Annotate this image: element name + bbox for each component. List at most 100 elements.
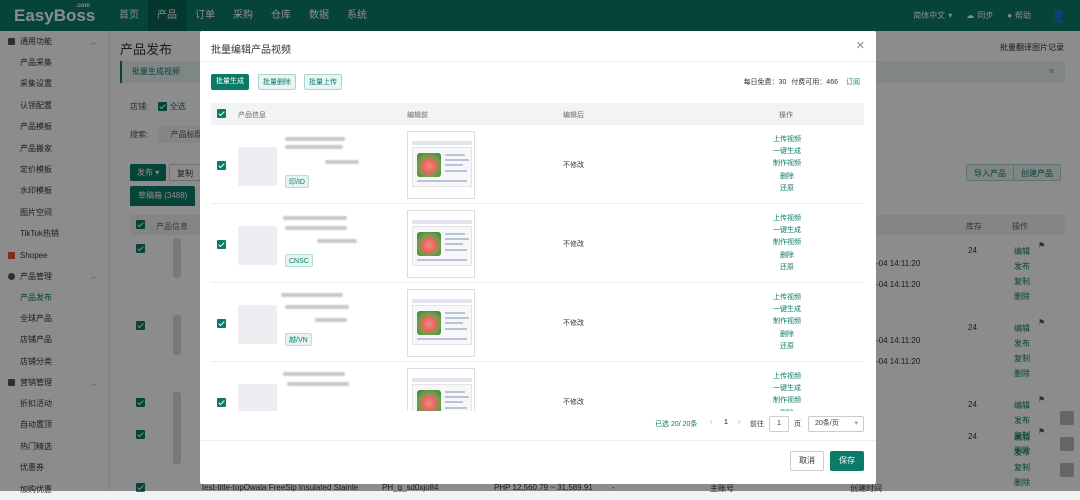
video-before-thumbnail[interactable] xyxy=(407,210,475,278)
selected-count: 已选 20/ 20条 xyxy=(655,421,698,428)
next-page-icon[interactable]: › xyxy=(738,419,740,426)
video-before-thumbnail[interactable] xyxy=(407,131,475,199)
row-action-link[interactable]: 上传视频 xyxy=(756,213,818,225)
row-action-link[interactable]: 制作视频 xyxy=(756,158,818,170)
row-action-link[interactable]: 上传视频 xyxy=(756,371,818,383)
row-action-link[interactable]: 上传视频 xyxy=(756,134,818,146)
preview-line xyxy=(445,401,463,403)
product-image xyxy=(238,147,277,186)
video-before-thumbnail[interactable] xyxy=(407,368,475,411)
row-action-link[interactable]: 一键生成 xyxy=(756,304,818,316)
blurred-title-text xyxy=(285,137,345,141)
region-tag: 越/VN xyxy=(285,333,312,346)
dialog-title: 批量编辑产品视频 xyxy=(211,45,291,56)
row-action-link[interactable]: 还原 xyxy=(756,183,818,195)
cancel-button[interactable]: 取消 xyxy=(790,451,824,471)
after-status: 不修改 xyxy=(563,162,584,169)
message-icon[interactable] xyxy=(1060,463,1074,477)
rose-image xyxy=(417,311,441,335)
preview-line xyxy=(417,259,467,261)
after-status: 不修改 xyxy=(563,320,584,327)
dialog-table-header: 产品信息 编辑前 编辑后 操作 xyxy=(211,103,864,125)
batch-delete-button[interactable]: 批量删除 xyxy=(258,74,296,90)
preview-screen xyxy=(412,305,472,345)
preview-line xyxy=(445,391,465,393)
row-action-link[interactable]: 制作视频 xyxy=(756,237,818,249)
preview-header xyxy=(412,299,472,303)
row-action-link[interactable]: 一键生成 xyxy=(756,383,818,395)
row-action-link[interactable]: 还原 xyxy=(756,341,818,353)
after-status: 不修改 xyxy=(563,241,584,248)
preview-line xyxy=(417,180,467,182)
video-before-thumbnail[interactable] xyxy=(407,289,475,357)
preview-line xyxy=(445,164,463,166)
row-checkbox[interactable] xyxy=(217,240,226,249)
prev-page-icon[interactable]: ‹ xyxy=(710,419,712,426)
preview-screen xyxy=(412,147,472,187)
rose-image xyxy=(417,232,441,256)
preview-screen xyxy=(412,384,472,411)
preview-line xyxy=(445,238,469,240)
row-actions: 上传视频一键生成制作视频删除还原 xyxy=(756,371,818,411)
batch-generate-button[interactable]: 批量生成 xyxy=(211,74,249,90)
page-unit-label: 页 xyxy=(794,421,801,428)
row-action-link[interactable]: 删除 xyxy=(756,171,818,183)
row-action-link[interactable]: 制作视频 xyxy=(756,316,818,328)
row-actions: 上传视频一键生成制作视频删除还原 xyxy=(756,134,818,195)
per-page-select[interactable]: 20条/页 ▾ xyxy=(808,416,864,432)
row-action-link[interactable]: 还原 xyxy=(756,262,818,274)
row-action-link[interactable]: 一键生成 xyxy=(756,146,818,158)
row-action-link[interactable]: 删除 xyxy=(756,408,818,411)
rose-image xyxy=(417,153,441,177)
blurred-title-text xyxy=(283,372,345,376)
preview-line xyxy=(445,317,469,319)
subscribe-link[interactable]: 订阅 xyxy=(846,79,860,86)
preview-line xyxy=(445,407,467,409)
close-icon[interactable]: ✕ xyxy=(856,39,865,52)
row-checkbox[interactable] xyxy=(217,161,226,170)
row-action-link[interactable]: 删除 xyxy=(756,250,818,262)
preview-line xyxy=(445,396,469,398)
row-action-link[interactable]: 上传视频 xyxy=(756,292,818,304)
preview-header xyxy=(412,141,472,145)
preview-line xyxy=(445,312,465,314)
blurred-title-text xyxy=(317,239,357,243)
video-row: 印/ID 不修改 上传视频 一键生成 制作视频 删除 还原 xyxy=(211,125,864,204)
batch-edit-video-dialog: 批量编辑产品视频 ✕ 批量生成 批量删除 批量上传 每日免费：30 付费可用：4… xyxy=(200,31,876,484)
row-checkbox[interactable] xyxy=(217,398,226,407)
video-row: 越/VN 不修改 上传视频 一键生成 制作视频 删除 还原 xyxy=(211,283,864,362)
row-action-link[interactable]: 制作视频 xyxy=(756,395,818,407)
preview-line xyxy=(445,328,467,330)
save-button[interactable]: 保存 xyxy=(830,451,864,471)
preview-header xyxy=(412,220,472,224)
product-image xyxy=(238,226,277,265)
preview-line xyxy=(417,338,467,340)
row-checkbox[interactable] xyxy=(217,319,226,328)
chat-icon[interactable] xyxy=(1060,437,1074,451)
page-number[interactable]: 1 xyxy=(724,419,728,426)
quota-info: 每日免费：30 付费可用：466 订阅 xyxy=(743,79,860,86)
region-tag: 印/ID xyxy=(285,175,309,188)
preview-line xyxy=(445,243,463,245)
preview-line xyxy=(445,322,463,324)
preview-line xyxy=(445,233,465,235)
blurred-title-text xyxy=(283,216,347,220)
product-image xyxy=(238,384,277,411)
goto-label: 前往 xyxy=(750,421,764,428)
select-all-checkbox[interactable] xyxy=(217,109,226,118)
preview-screen xyxy=(412,226,472,266)
video-row: CNSC 不修改 上传视频 一键生成 制作视频 删除 还原 xyxy=(211,204,864,283)
product-image xyxy=(238,305,277,344)
dialog-table-body[interactable]: 印/ID 不修改 上传视频 一键生成 制作视频 删除 还原 CNSC 不修改 上传视频 一键生成 制作… xyxy=(211,125,864,411)
blurred-title-text xyxy=(287,382,349,386)
blurred-title-text xyxy=(285,145,343,149)
feedback-icon[interactable] xyxy=(1060,411,1074,425)
page-jump-input[interactable]: 1 xyxy=(769,416,789,432)
row-action-link[interactable]: 一键生成 xyxy=(756,225,818,237)
blurred-title-text xyxy=(285,305,349,309)
row-actions: 上传视频一键生成制作视频删除还原 xyxy=(756,213,818,274)
batch-upload-button[interactable]: 批量上传 xyxy=(304,74,342,90)
rose-image xyxy=(417,390,441,411)
preview-line xyxy=(445,154,465,156)
row-action-link[interactable]: 删除 xyxy=(756,329,818,341)
